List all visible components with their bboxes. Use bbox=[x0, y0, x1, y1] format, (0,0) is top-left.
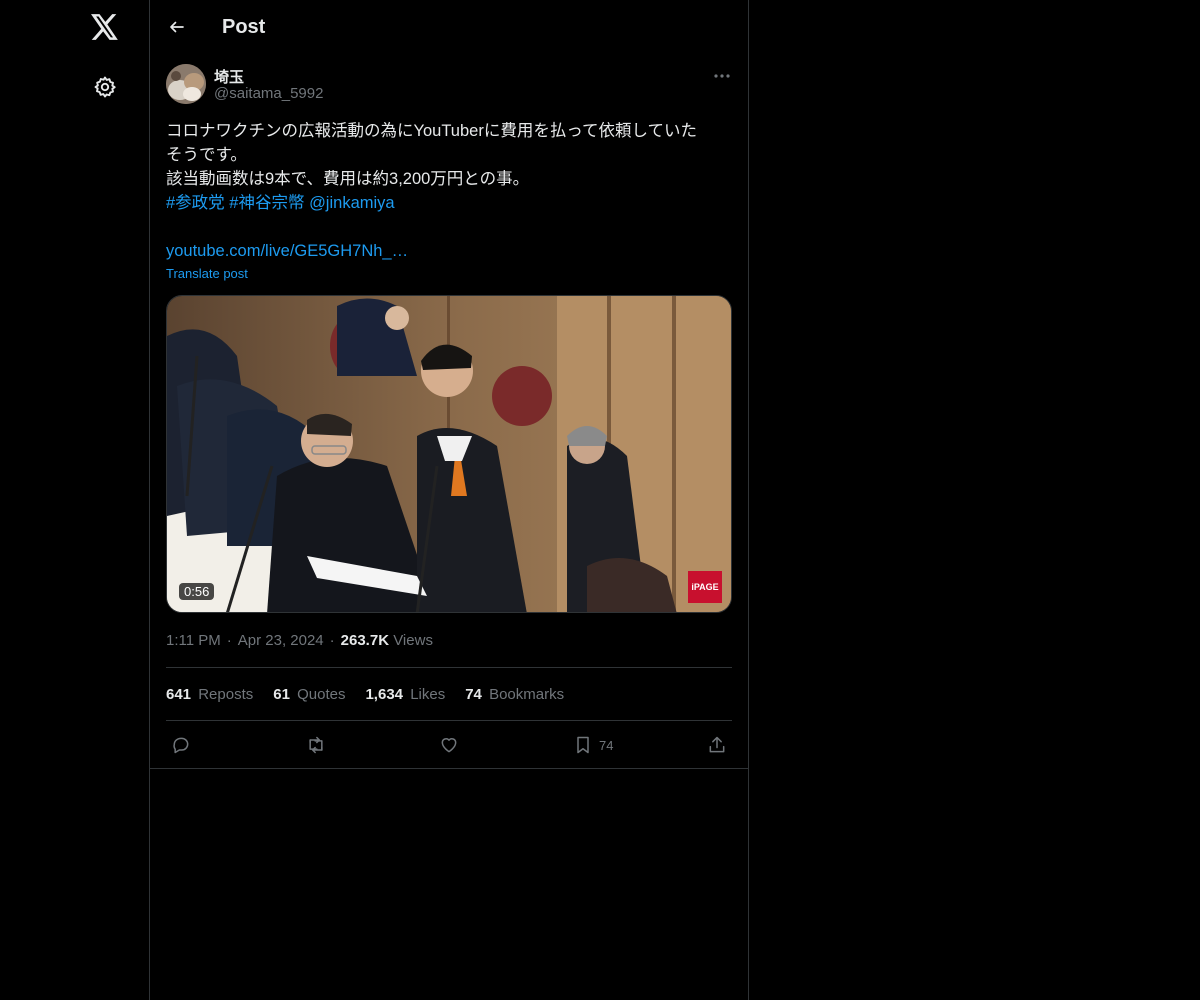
avatar[interactable] bbox=[166, 64, 206, 104]
likes-count: 1,634 bbox=[365, 685, 404, 703]
likes-stat[interactable]: 1,634 Likes bbox=[365, 686, 445, 703]
heart-icon bbox=[441, 738, 457, 753]
gear-icon[interactable] bbox=[91, 73, 119, 101]
video-thumbnail bbox=[167, 296, 731, 612]
author-name[interactable]: 埼玉 bbox=[214, 66, 244, 87]
quotes-stat[interactable]: 61 Quotes bbox=[273, 686, 345, 703]
main-column: Post 埼玉 @saitama_5992 コロナワクチンの広報活動の為にYou… bbox=[149, 0, 749, 1000]
hashtag-link[interactable]: #参政党 bbox=[166, 194, 225, 212]
bookmarks-count: 74 bbox=[465, 685, 482, 703]
post-time[interactable]: 1:11 PM bbox=[166, 632, 221, 649]
likes-label: Likes bbox=[410, 685, 446, 703]
reply-icon bbox=[173, 737, 189, 754]
like-button[interactable] bbox=[439, 735, 459, 755]
bookmarks-label: Bookmarks bbox=[489, 685, 565, 703]
reposts-count: 641 bbox=[166, 685, 192, 703]
separator: · bbox=[226, 632, 232, 649]
post-text-line: そうです。 bbox=[166, 146, 247, 164]
x-logo-icon[interactable] bbox=[89, 11, 121, 43]
repost-button[interactable] bbox=[305, 735, 327, 755]
video-player[interactable]: 0:56 iPAGE bbox=[166, 295, 732, 613]
post-text-line: 該当動画数は9本で、費用は約3,200万円との事。 bbox=[166, 170, 530, 188]
engagement-stats: 641 Reposts 61 Quotes 1,634 Likes 74 Boo… bbox=[166, 667, 732, 721]
bookmarks-stat[interactable]: 74 Bookmarks bbox=[465, 686, 564, 703]
youtube-link[interactable]: youtube.com/live/GE5GH7Nh_… bbox=[166, 242, 408, 260]
page-title: Post bbox=[222, 15, 266, 38]
author-row: 埼玉 @saitama_5992 bbox=[166, 64, 732, 108]
separator: · bbox=[329, 632, 335, 649]
hashtag-line: #参政党 #神谷宗幣 @jinkamiya bbox=[166, 191, 726, 215]
post-text-line: コロナワクチンの広報活動の為にYouTuberに費用を払って依頼していた bbox=[166, 122, 698, 140]
reposts-stat[interactable]: 641 Reposts bbox=[166, 686, 253, 703]
quotes-label: Quotes bbox=[297, 685, 346, 703]
post-text: コロナワクチンの広報活動の為にYouTuberに費用を払って依頼していた そうで… bbox=[166, 119, 726, 263]
url-line: youtube.com/live/GE5GH7Nh_… bbox=[166, 239, 726, 263]
bookmark-icon bbox=[577, 736, 589, 754]
quotes-count: 61 bbox=[273, 685, 290, 703]
author-handle[interactable]: @saitama_5992 bbox=[214, 85, 323, 102]
share-button[interactable] bbox=[707, 735, 727, 755]
reposts-label: Reposts bbox=[198, 685, 254, 703]
share-icon bbox=[709, 736, 725, 753]
repost-icon bbox=[309, 736, 323, 754]
post-meta: 1:11 PM · Apr 23, 2024 · 263.7K Views bbox=[166, 632, 433, 649]
bookmark-count: 74 bbox=[599, 737, 614, 753]
bookmark-button[interactable]: 74 bbox=[573, 735, 613, 755]
reply-button[interactable] bbox=[171, 735, 191, 755]
translate-post-link[interactable]: Translate post bbox=[166, 266, 248, 281]
more-options-icon[interactable] bbox=[712, 66, 732, 86]
post: 埼玉 @saitama_5992 コロナワクチンの広報活動の為にYouTuber… bbox=[150, 54, 748, 769]
video-duration: 0:56 bbox=[179, 583, 215, 600]
back-arrow-icon[interactable] bbox=[166, 16, 188, 38]
post-date[interactable]: Apr 23, 2024 bbox=[238, 632, 324, 649]
mention-link[interactable]: @jinkamiya bbox=[309, 194, 395, 212]
hashtag-link[interactable]: #神谷宗幣 bbox=[229, 194, 304, 212]
action-bar: 74 bbox=[166, 721, 732, 769]
views-count: 263.7K bbox=[340, 632, 390, 649]
views-label: Views bbox=[393, 632, 433, 649]
left-nav bbox=[0, 0, 150, 1000]
page-header: Post bbox=[150, 0, 748, 54]
channel-watermark: iPAGE bbox=[688, 571, 722, 603]
